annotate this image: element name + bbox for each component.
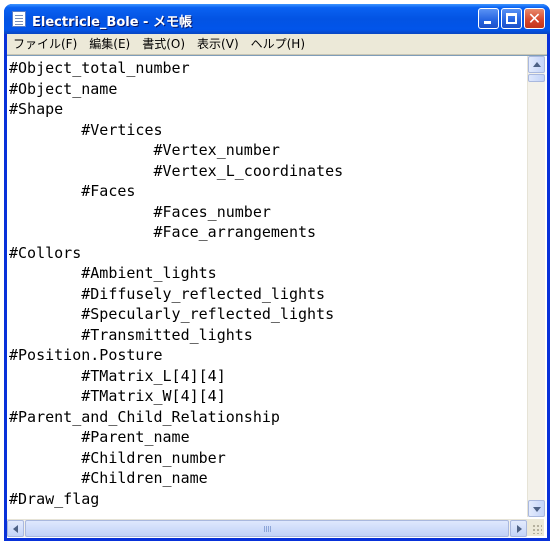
arrow-right-icon [517, 525, 522, 533]
arrow-left-icon [13, 525, 18, 533]
text-line: #Vertices [9, 120, 163, 139]
text-line: #Faces [9, 182, 136, 200]
text-content[interactable]: #Object_total_number #Object_name #Shape… [9, 58, 525, 519]
notepad-window: Electricle_Bole - メモ帳 ✕ ファイル(F) 編集(E) 書式… [4, 4, 550, 541]
text-line: #Face_arrangements [9, 223, 317, 241]
resize-grip[interactable] [527, 519, 544, 536]
menu-view[interactable]: 表示(V) [191, 34, 245, 54]
window-body: ファイル(F) 編集(E) 書式(O) 表示(V) ヘルプ(H) #Object… [7, 34, 547, 538]
grip-icon [264, 526, 272, 532]
maximize-icon [506, 13, 517, 24]
scroll-down-button[interactable] [528, 500, 545, 517]
minimize-button[interactable] [478, 8, 499, 29]
menu-edit[interactable]: 編集(E) [83, 34, 136, 54]
text-line: #Shape [9, 100, 64, 118]
text-line: #Faces_number [9, 202, 271, 221]
text-line: #TMatrix_L[4][4] [9, 366, 226, 385]
text-line: #Parent_name [9, 428, 190, 446]
menu-file[interactable]: ファイル(F) [7, 34, 83, 54]
menu-format[interactable]: 書式(O) [136, 34, 191, 54]
text-line: #Specularly_reflected_lights [9, 305, 335, 323]
text-line: #Ambient_lights [9, 264, 217, 282]
vertical-scrollbar[interactable] [527, 56, 545, 517]
text-line: #Draw_flag [9, 489, 100, 508]
text-line: #Collors [9, 243, 82, 262]
vertical-scroll-thumb[interactable] [528, 74, 545, 82]
text-line: #Children_name [9, 469, 208, 487]
text-line: #TMatrix_W[4][4] [9, 387, 226, 405]
arrow-up-icon [533, 62, 541, 67]
minimize-icon [484, 21, 491, 24]
text-line: #Object_total_number [9, 59, 190, 77]
text-line: #Vertex_number [9, 141, 280, 159]
title-bar[interactable]: Electricle_Bole - メモ帳 ✕ [4, 4, 550, 34]
close-button[interactable]: ✕ [524, 8, 545, 29]
window-title: Electricle_Bole - メモ帳 [32, 15, 192, 30]
scroll-right-button[interactable] [510, 520, 527, 537]
text-line: #Position.Posture [9, 346, 163, 364]
menu-bar: ファイル(F) 編集(E) 書式(O) 表示(V) ヘルプ(H) [7, 34, 547, 55]
text-line: #Parent_and_Child_Relationship [9, 407, 280, 426]
horizontal-scrollbar[interactable] [7, 519, 527, 537]
maximize-button[interactable] [501, 8, 522, 29]
text-line: #Transmitted_lights [9, 325, 253, 344]
text-line: #Vertex_L_coordinates [9, 161, 344, 180]
close-icon: ✕ [527, 9, 542, 28]
text-line: #Diffusely_reflected_lights [9, 284, 326, 303]
horizontal-scroll-thumb[interactable] [25, 520, 509, 537]
arrow-down-icon [533, 507, 541, 512]
text-line: #Object_name [9, 79, 118, 98]
scroll-up-button[interactable] [528, 56, 545, 73]
text-line: #Children_number [9, 448, 226, 467]
menu-help[interactable]: ヘルプ(H) [245, 34, 311, 54]
text-editor[interactable]: #Object_total_number #Object_name #Shape… [7, 55, 547, 538]
notepad-icon[interactable] [12, 11, 26, 27]
scroll-left-button[interactable] [7, 520, 24, 537]
